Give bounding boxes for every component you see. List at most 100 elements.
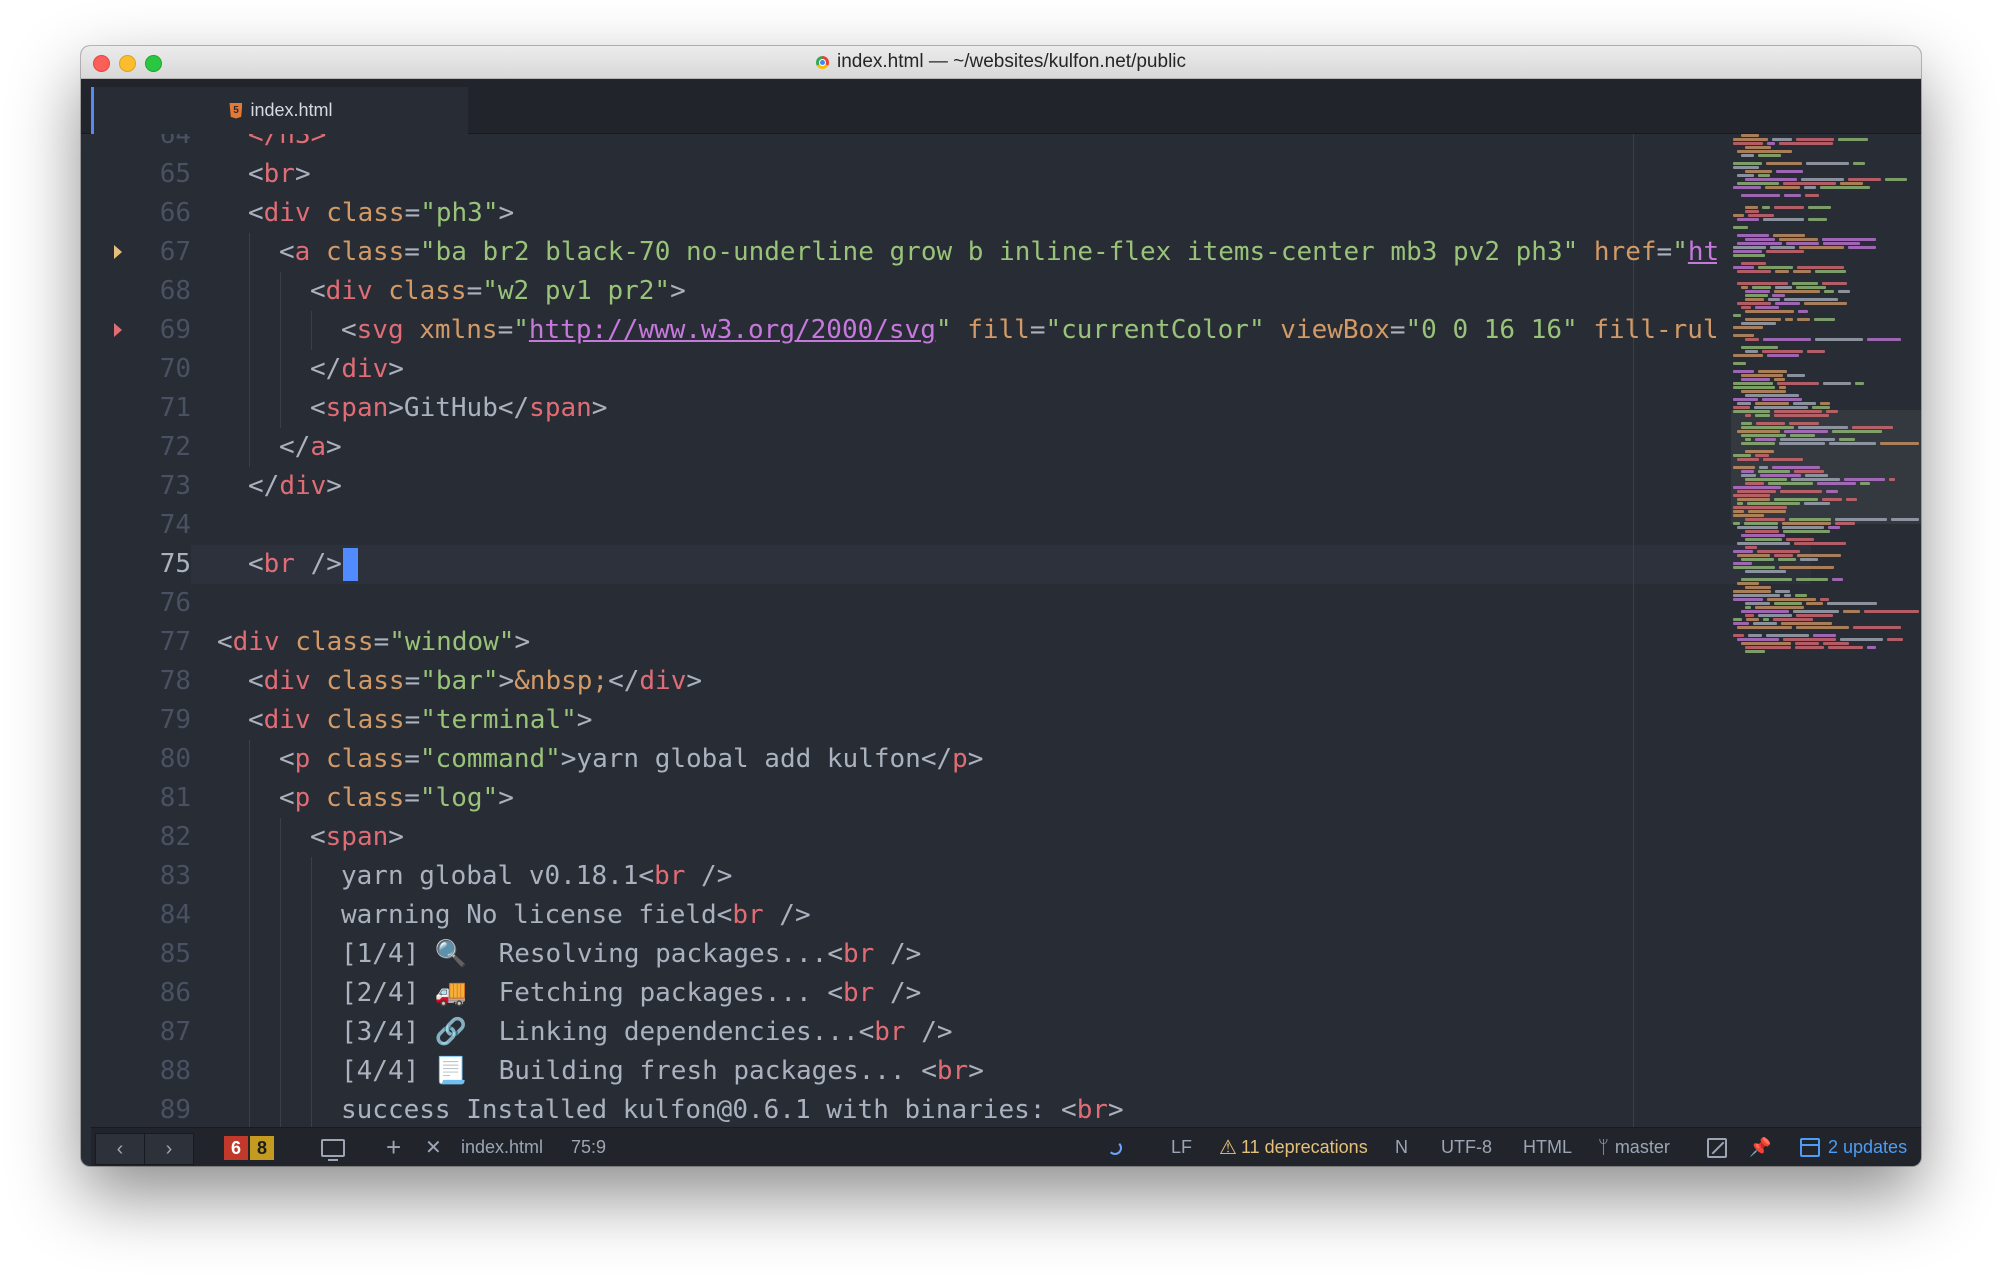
forward-button[interactable]: › (144, 1133, 194, 1165)
code-line[interactable]: <div class="bar">&nbsp;</div> (217, 662, 1717, 701)
edit-toggle-button[interactable] (1707, 1128, 1727, 1166)
line-number[interactable]: 80 (91, 740, 191, 779)
line-number[interactable]: 73 (91, 467, 191, 506)
line-number[interactable]: 70 (91, 350, 191, 389)
line-number[interactable]: 64 (91, 134, 191, 155)
minimap-line (1775, 270, 1789, 273)
line-number[interactable]: 66 (91, 194, 191, 233)
code-token: yarn global v0.18.1< (341, 861, 655, 891)
code-line[interactable] (217, 506, 1717, 545)
back-button[interactable]: ‹ (95, 1133, 145, 1165)
code-line[interactable]: <div class="w2 pv1 pr2"> (217, 272, 1717, 311)
minimap-line (1773, 618, 1813, 621)
code-line[interactable]: yarn global v0.18.1<br /> (217, 857, 1717, 896)
code-token: div (263, 198, 311, 228)
minimap-line (1826, 490, 1838, 493)
minimap[interactable] (1731, 134, 1921, 654)
add-terminal-button[interactable]: + (386, 1128, 401, 1166)
line-number[interactable]: 85 (91, 935, 191, 974)
line-number[interactable]: 77 (91, 623, 191, 662)
code-line[interactable]: [1/4] 🔍 Resolving packages...<br /> (217, 935, 1717, 974)
line-number[interactable]: 81 (91, 779, 191, 818)
minimap-line (1733, 386, 1775, 389)
grammar[interactable]: HTML (1523, 1128, 1572, 1166)
code-editor[interactable]: 64 65 66 67 68 69 70 71 72 73 74 75 76 77 78 79 80 81 82 83… (91, 134, 1921, 1127)
code-token: >yarn global add kulfon</ (560, 744, 953, 774)
cursor-position[interactable]: 75:9 (571, 1128, 606, 1166)
code-line[interactable]: [2/4] 🚚 Fetching packages... <br /> (217, 974, 1717, 1013)
code-line[interactable]: </a> (217, 428, 1717, 467)
line-number[interactable]: 76 (91, 584, 191, 623)
minimap-line (1755, 454, 1769, 457)
code-line[interactable]: <span>GitHub</span> (217, 389, 1717, 428)
maximize-window-button[interactable] (145, 55, 162, 72)
minimap-line (1741, 194, 1780, 197)
line-number[interactable]: 79 (91, 701, 191, 740)
deprecations-indicator[interactable]: ⚠ 11 deprecations (1219, 1128, 1368, 1166)
line-number[interactable]: 75 (91, 545, 191, 584)
code-line[interactable]: <a class="ba br2 black-70 no-underline g… (217, 233, 1717, 272)
line-number[interactable]: 68 (91, 272, 191, 311)
line-number[interactable]: 72 (91, 428, 191, 467)
line-number[interactable]: 87 (91, 1013, 191, 1052)
minimap-line (1758, 266, 1793, 269)
line-number[interactable]: 69 (91, 311, 191, 350)
minimap-line (1808, 218, 1827, 221)
code-line[interactable]: <div class="terminal"> (217, 701, 1717, 740)
code-token: br (263, 159, 295, 189)
tab-index-html[interactable]: 5 index.html (91, 87, 468, 134)
minimap-line (1822, 498, 1842, 501)
warning-count-badge[interactable]: 8 (250, 1136, 275, 1160)
code-line[interactable]: <p class="command">yarn global add kulfo… (217, 740, 1717, 779)
close-terminal-button[interactable]: ✕ (425, 1128, 442, 1166)
pin-button[interactable]: 📌 (1749, 1128, 1771, 1166)
code-line[interactable]: <span> (217, 818, 1717, 857)
minimap-line (1745, 170, 1772, 173)
error-marker-icon[interactable] (114, 323, 122, 337)
code-line[interactable]: [4/4] 📃 Building fresh packages... <br> (217, 1052, 1717, 1091)
line-number[interactable]: 67 (91, 233, 191, 272)
code-line[interactable]: <p class="log"> (217, 779, 1717, 818)
code-line[interactable]: <br /> (217, 545, 1717, 584)
code-line[interactable]: <div class="window"> (217, 623, 1717, 662)
line-number-gutter[interactable]: 64 65 66 67 68 69 70 71 72 73 74 75 76 77 78 79 80 81 82 83… (91, 134, 191, 1127)
error-count-badge[interactable]: 6 (224, 1136, 249, 1160)
minimap-line (1741, 558, 1774, 561)
warning-marker-icon[interactable] (114, 245, 122, 259)
encoding[interactable]: UTF-8 (1441, 1128, 1492, 1166)
line-number[interactable]: 88 (91, 1052, 191, 1091)
close-window-button[interactable] (93, 55, 110, 72)
line-ending[interactable]: LF (1171, 1128, 1192, 1166)
line-number[interactable]: 71 (91, 389, 191, 428)
code-line[interactable]: <svg xmlns="http://www.w3.org/2000/svg" … (217, 311, 1717, 350)
code-token: [2/4] 🚚 Fetching packages... < (341, 978, 843, 1008)
vim-mode[interactable]: N (1395, 1128, 1408, 1166)
line-number[interactable]: 84 (91, 896, 191, 935)
line-number[interactable]: 86 (91, 974, 191, 1013)
minimize-window-button[interactable] (119, 55, 136, 72)
file-name[interactable]: index.html (461, 1128, 543, 1166)
code-line[interactable]: warning No license field<br /> (217, 896, 1717, 935)
toggle-panel-button[interactable] (321, 1128, 345, 1166)
code-line[interactable]: </h3> (217, 134, 1717, 155)
code-line[interactable]: </div> (217, 467, 1717, 506)
code-line[interactable]: </div> (217, 350, 1717, 389)
git-branch[interactable]: ᛘ master (1598, 1128, 1670, 1166)
code-area[interactable]: </h3> <br> <div class="ph3"> <a class="ba b… (217, 134, 1717, 1127)
code-line[interactable]: [3/4] 🔗 Linking dependencies...<br /> (217, 1013, 1717, 1052)
code-line[interactable]: success Installed kulfon@0.6.1 with bina… (217, 1091, 1717, 1127)
code-line[interactable]: <div class="ph3"> (217, 194, 1717, 233)
updates-indicator[interactable]: 2 updates (1800, 1128, 1907, 1166)
line-number[interactable]: 65 (91, 155, 191, 194)
code-line[interactable] (217, 584, 1717, 623)
line-number[interactable]: 78 (91, 662, 191, 701)
code-line[interactable]: <br> (217, 155, 1717, 194)
line-number[interactable]: 89 (91, 1091, 191, 1127)
line-number[interactable]: 83 (91, 857, 191, 896)
minimap-line (1784, 194, 1801, 197)
code-token: " (513, 315, 529, 345)
minimap-line (1797, 266, 1844, 269)
line-number[interactable]: 74 (91, 506, 191, 545)
minimap-line (1783, 182, 1836, 185)
line-number[interactable]: 82 (91, 818, 191, 857)
